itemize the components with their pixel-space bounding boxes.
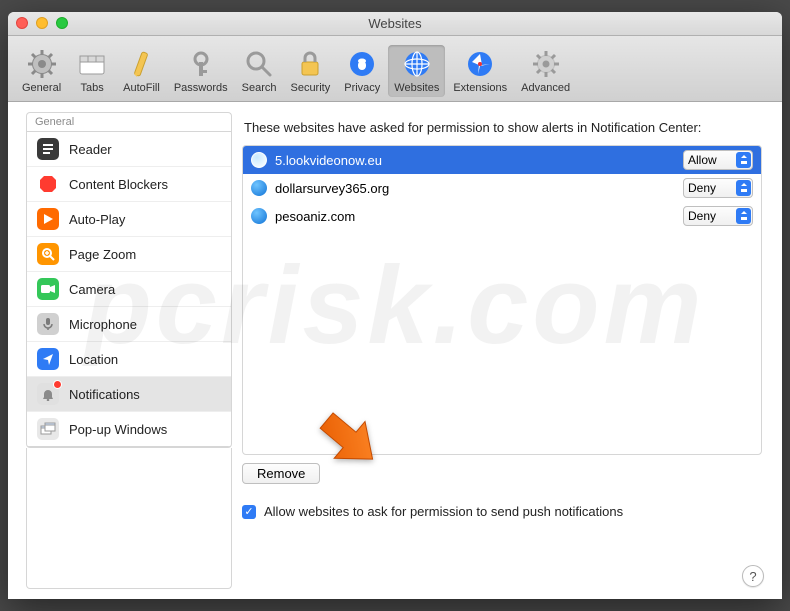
toolbar-label: Privacy xyxy=(344,82,380,94)
general-icon xyxy=(26,48,58,80)
allow-ask-checkbox-row[interactable]: ✓ Allow websites to ask for permission t… xyxy=(242,504,762,519)
site-row[interactable]: pesoaniz.com AllowDeny xyxy=(243,202,761,230)
location-icon xyxy=(37,348,59,370)
sidebar-item-label: Camera xyxy=(69,282,115,297)
privacy-icon xyxy=(346,48,378,80)
globe-icon xyxy=(251,208,267,224)
remove-button[interactable]: Remove xyxy=(242,463,320,484)
permission-select-wrap[interactable]: AllowDeny xyxy=(683,206,753,226)
permission-select-wrap[interactable]: AllowDeny xyxy=(683,150,753,170)
toolbar-extensions[interactable]: Extensions xyxy=(447,45,513,97)
window-controls xyxy=(16,17,68,29)
site-row[interactable]: 5.lookvideonow.eu AllowDeny xyxy=(243,146,761,174)
sidebar-list: Reader Content Blockers Auto-Play Page Zoom… xyxy=(26,131,232,448)
popup-icon xyxy=(37,418,59,440)
security-icon xyxy=(294,48,326,80)
toolbar-search[interactable]: Search xyxy=(236,45,283,97)
sidebar-item-label: Microphone xyxy=(69,317,137,332)
sidebar-item-label: Auto-Play xyxy=(69,212,125,227)
toolbar-label: AutoFill xyxy=(123,82,160,94)
toolbar-label: Search xyxy=(242,82,277,94)
toolbar-passwords[interactable]: Passwords xyxy=(168,45,234,97)
extensions-icon xyxy=(464,48,496,80)
permission-select-wrap[interactable]: AllowDeny xyxy=(683,178,753,198)
globe-icon xyxy=(251,180,267,196)
permission-select[interactable]: AllowDeny xyxy=(683,206,753,226)
sidebar-item-label: Location xyxy=(69,352,118,367)
checkbox-checked-icon[interactable]: ✓ xyxy=(242,505,256,519)
sidebar-item-camera[interactable]: Camera xyxy=(27,272,231,307)
preferences-window: Websites General Tabs AutoFill Passwords Sea… xyxy=(8,12,782,599)
toolbar-label: Passwords xyxy=(174,82,228,94)
zoom-window-button[interactable] xyxy=(56,17,68,29)
websites-icon xyxy=(401,48,433,80)
titlebar: Websites xyxy=(8,12,782,36)
sidebar-item-content-blockers[interactable]: Content Blockers xyxy=(27,167,231,202)
sidebar: General Reader Content Blockers Auto-Play P… xyxy=(26,112,232,589)
passwords-icon xyxy=(185,48,217,80)
toolbar-label: Security xyxy=(290,82,330,94)
sidebar-item-label: Pop-up Windows xyxy=(69,422,167,437)
toolbar-security[interactable]: Security xyxy=(284,45,336,97)
toolbar-autofill[interactable]: AutoFill xyxy=(117,45,166,97)
search-icon xyxy=(243,48,275,80)
reader-icon xyxy=(37,138,59,160)
page-zoom-icon xyxy=(37,243,59,265)
toolbar-general[interactable]: General xyxy=(16,45,67,97)
toolbar-label: General xyxy=(22,82,61,94)
minimize-window-button[interactable] xyxy=(36,17,48,29)
toolbar-label: Advanced xyxy=(521,82,570,94)
advanced-icon xyxy=(530,48,562,80)
main-panel: These websites have asked for permission… xyxy=(242,112,772,589)
globe-icon xyxy=(251,152,267,168)
toolbar-label: Tabs xyxy=(81,82,104,94)
site-name: 5.lookvideonow.eu xyxy=(275,153,675,168)
toolbar-privacy[interactable]: Privacy xyxy=(338,45,386,97)
content-area: General Reader Content Blockers Auto-Play P… xyxy=(8,102,782,599)
main-header: These websites have asked for permission… xyxy=(242,112,762,145)
help-button[interactable]: ? xyxy=(742,565,764,587)
toolbar-tabs[interactable]: Tabs xyxy=(69,45,115,97)
microphone-icon xyxy=(37,313,59,335)
permission-select[interactable]: AllowDeny xyxy=(683,150,753,170)
sidebar-item-notifications[interactable]: Notifications xyxy=(27,377,231,412)
camera-icon xyxy=(37,278,59,300)
autofill-icon xyxy=(125,48,157,80)
toolbar-label: Extensions xyxy=(453,82,507,94)
sidebar-item-reader[interactable]: Reader xyxy=(27,132,231,167)
permission-select[interactable]: AllowDeny xyxy=(683,178,753,198)
sidebar-item-popup[interactable]: Pop-up Windows xyxy=(27,412,231,447)
toolbar-websites[interactable]: Websites xyxy=(388,45,445,97)
close-window-button[interactable] xyxy=(16,17,28,29)
sidebar-item-location[interactable]: Location xyxy=(27,342,231,377)
checkbox-label: Allow websites to ask for permission to … xyxy=(264,504,623,519)
toolbar: General Tabs AutoFill Passwords Search Securi… xyxy=(8,36,782,102)
toolbar-advanced[interactable]: Advanced xyxy=(515,45,576,97)
sidebar-group-label: General xyxy=(26,112,232,131)
sidebar-item-microphone[interactable]: Microphone xyxy=(27,307,231,342)
site-list: 5.lookvideonow.euAllowDenydollarsurvey36… xyxy=(242,145,762,455)
window-title: Websites xyxy=(8,16,782,31)
sidebar-item-page-zoom[interactable]: Page Zoom xyxy=(27,237,231,272)
sidebar-item-label: Reader xyxy=(69,142,112,157)
site-name: pesoaniz.com xyxy=(275,209,675,224)
content-blockers-icon xyxy=(37,173,59,195)
site-row[interactable]: dollarsurvey365.org AllowDeny xyxy=(243,174,761,202)
site-name: dollarsurvey365.org xyxy=(275,181,675,196)
badge-dot xyxy=(53,380,62,389)
sidebar-item-auto-play[interactable]: Auto-Play xyxy=(27,202,231,237)
toolbar-label: Websites xyxy=(394,82,439,94)
sidebar-item-label: Content Blockers xyxy=(69,177,168,192)
sidebar-item-label: Notifications xyxy=(69,387,140,402)
auto-play-icon xyxy=(37,208,59,230)
sidebar-item-label: Page Zoom xyxy=(69,247,136,262)
tabs-icon xyxy=(76,48,108,80)
